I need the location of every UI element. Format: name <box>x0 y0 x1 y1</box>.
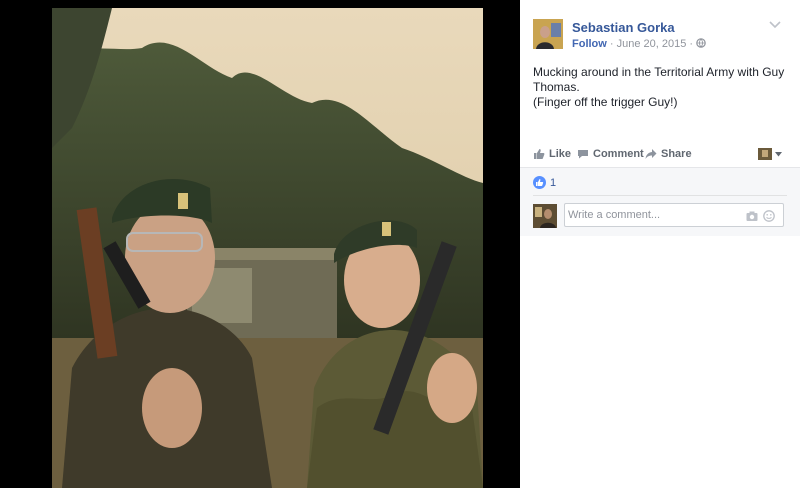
photo-viewer <box>0 0 520 488</box>
comments-area: 1 <box>520 167 800 236</box>
post-photo[interactable] <box>52 8 483 488</box>
like-badge-icon <box>533 176 546 189</box>
caret-down-icon <box>775 151 782 156</box>
commenter-avatar[interactable] <box>533 204 557 228</box>
comment-bubble-icon <box>578 150 588 159</box>
post-text-line: Mucking around in the Territorial Army w… <box>533 65 785 79</box>
author-name[interactable]: Sebastian Gorka <box>572 20 675 35</box>
post-panel: Sebastian Gorka Follow · June 20, 2015 ·… <box>520 0 800 488</box>
comment-as-selector[interactable] <box>758 148 782 160</box>
post-text-line: (Finger off the trigger Guy!) <box>533 95 678 109</box>
camera-icon[interactable] <box>746 210 758 222</box>
post-text: Mucking around in the Territorial Army w… <box>533 65 785 110</box>
share-arrow-icon <box>645 149 657 159</box>
divider <box>533 195 787 196</box>
comment-label: Comment <box>593 148 644 160</box>
reaction-count: 1 <box>550 176 557 189</box>
post-text-line: Thomas. <box>533 80 580 94</box>
post-meta: Follow · June 20, 2015 · <box>572 38 706 50</box>
author-avatar[interactable] <box>533 19 563 49</box>
comment-input[interactable] <box>568 206 738 224</box>
reactions-summary[interactable]: 1 <box>533 176 556 189</box>
globe-icon <box>696 38 706 48</box>
smiley-icon[interactable] <box>763 210 775 222</box>
share-button[interactable]: Share <box>645 148 692 160</box>
thumbs-up-icon <box>534 149 545 159</box>
share-label: Share <box>661 148 692 160</box>
comment-button[interactable]: Comment <box>577 148 644 160</box>
post-date[interactable]: June 20, 2015 <box>617 38 687 50</box>
meta-separator: · <box>606 38 617 50</box>
like-label: Like <box>549 148 572 160</box>
action-bar: Like Comment Share <box>520 143 800 167</box>
comment-box[interactable] <box>564 203 784 227</box>
follow-link[interactable]: Follow <box>572 38 607 50</box>
like-button[interactable]: Like <box>533 148 571 160</box>
chevron-down-icon[interactable] <box>768 20 782 30</box>
meta-separator-2: · <box>686 38 697 50</box>
commenter-avatar-mini <box>758 148 772 160</box>
